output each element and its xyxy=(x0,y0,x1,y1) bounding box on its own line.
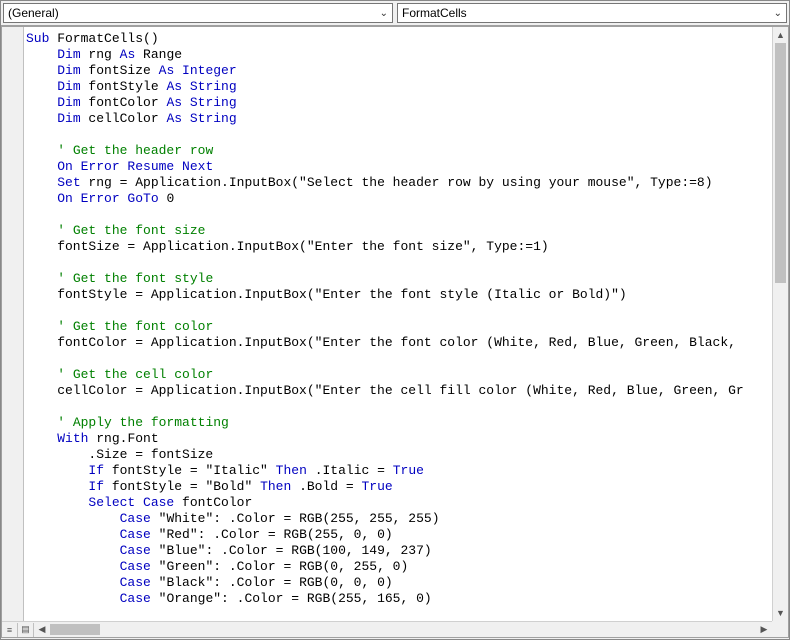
object-dropdown-label: (General) xyxy=(8,6,59,20)
procedure-view-button[interactable]: ≡ xyxy=(2,623,18,637)
object-dropdown[interactable]: (General) ⌄ xyxy=(3,3,393,23)
dropdown-bar: (General) ⌄ FormatCells ⌄ xyxy=(1,1,789,26)
scroll-left-icon[interactable]: ◀ xyxy=(34,624,50,635)
vertical-scrollbar[interactable]: ▲ ▼ xyxy=(772,27,788,621)
horizontal-scroll-thumb[interactable] xyxy=(50,624,100,635)
code-editor: Sub FormatCells() Dim rng As Range Dim f… xyxy=(1,26,789,638)
horizontal-scroll-track[interactable] xyxy=(50,622,756,637)
procedure-dropdown[interactable]: FormatCells ⌄ xyxy=(397,3,787,23)
code-area[interactable]: Sub FormatCells() Dim rng As Range Dim f… xyxy=(24,27,772,621)
vertical-scroll-thumb[interactable] xyxy=(775,43,786,283)
scroll-up-icon[interactable]: ▲ xyxy=(773,27,788,43)
code-text[interactable]: Sub FormatCells() Dim rng As Range Dim f… xyxy=(26,31,770,607)
chevron-down-icon: ⌄ xyxy=(774,8,782,19)
margin-gutter xyxy=(2,27,24,621)
scroll-right-icon[interactable]: ▶ xyxy=(756,624,772,635)
horizontal-scrollbar[interactable]: ≡ ▤ ◀ ▶ xyxy=(2,621,772,637)
chevron-down-icon: ⌄ xyxy=(380,8,388,19)
full-module-view-button[interactable]: ▤ xyxy=(18,623,34,637)
procedure-dropdown-label: FormatCells xyxy=(402,6,467,20)
scroll-down-icon[interactable]: ▼ xyxy=(773,605,788,621)
scrollbar-corner xyxy=(772,621,788,637)
